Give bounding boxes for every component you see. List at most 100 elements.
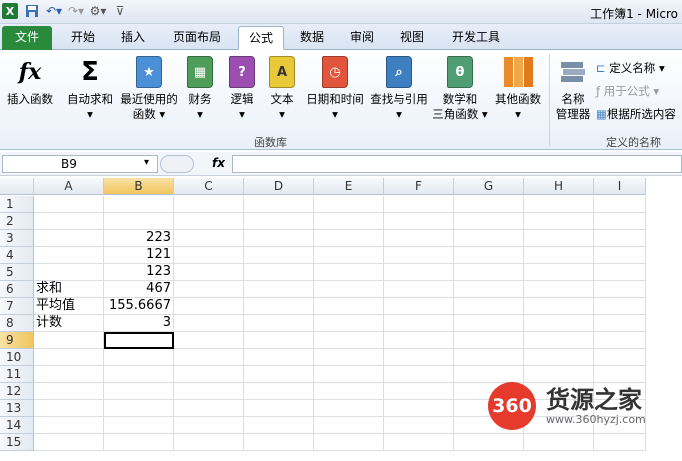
cell-f12[interactable]: [384, 383, 454, 400]
column-header-f[interactable]: F: [384, 178, 454, 195]
cell-e6[interactable]: [314, 281, 384, 298]
cell-h15[interactable]: [524, 434, 594, 451]
cell-i15[interactable]: [594, 434, 646, 451]
row-header-9[interactable]: 9: [0, 332, 34, 349]
cell-g2[interactable]: [454, 213, 524, 230]
cell-h4[interactable]: [524, 247, 594, 264]
cell-g6[interactable]: [454, 281, 524, 298]
cell-c1[interactable]: [174, 196, 244, 213]
cell-c3[interactable]: [174, 230, 244, 247]
cell-i4[interactable]: [594, 247, 646, 264]
tab-file[interactable]: 文件: [2, 26, 52, 50]
cell-i3[interactable]: [594, 230, 646, 247]
cell-a15[interactable]: [34, 434, 104, 451]
cell-f8[interactable]: [384, 315, 454, 332]
cell-h9[interactable]: [524, 332, 594, 349]
cell-i9[interactable]: [594, 332, 646, 349]
tab-developer[interactable]: 开发工具: [446, 26, 506, 50]
cell-c7[interactable]: [174, 298, 244, 315]
cell-b15[interactable]: [104, 434, 174, 451]
logical-button[interactable]: ? 逻辑 ▾: [224, 56, 260, 122]
cell-a3[interactable]: [34, 230, 104, 247]
cell-b13[interactable]: [104, 400, 174, 417]
cell-i6[interactable]: [594, 281, 646, 298]
row-header-12[interactable]: 12: [0, 383, 34, 400]
column-header-a[interactable]: A: [34, 178, 104, 195]
cell-i2[interactable]: [594, 213, 646, 230]
row-header-6[interactable]: 6: [0, 281, 34, 298]
cell-a11[interactable]: [34, 366, 104, 383]
cell-d10[interactable]: [244, 349, 314, 366]
cell-b9[interactable]: [104, 332, 174, 349]
cell-f10[interactable]: [384, 349, 454, 366]
create-from-selection-button[interactable]: ▦根据所选内容: [596, 106, 676, 122]
cell-c14[interactable]: [174, 417, 244, 434]
cell-c13[interactable]: [174, 400, 244, 417]
cell-d12[interactable]: [244, 383, 314, 400]
cell-c11[interactable]: [174, 366, 244, 383]
cell-d3[interactable]: [244, 230, 314, 247]
cell-c12[interactable]: [174, 383, 244, 400]
cell-d8[interactable]: [244, 315, 314, 332]
cell-f6[interactable]: [384, 281, 454, 298]
cell-g15[interactable]: [454, 434, 524, 451]
fx-icon[interactable]: fx: [212, 156, 225, 170]
cell-a13[interactable]: [34, 400, 104, 417]
recently-used-button[interactable]: ★ 最近使用的 函数 ▾: [116, 56, 182, 122]
cell-c2[interactable]: [174, 213, 244, 230]
cell-h3[interactable]: [524, 230, 594, 247]
row-header-3[interactable]: 3: [0, 230, 34, 247]
excel-logo-icon[interactable]: X: [2, 3, 18, 19]
cell-d13[interactable]: [244, 400, 314, 417]
cell-d7[interactable]: [244, 298, 314, 315]
cell-e14[interactable]: [314, 417, 384, 434]
cell-e3[interactable]: [314, 230, 384, 247]
cell-e15[interactable]: [314, 434, 384, 451]
column-header-b[interactable]: B: [104, 178, 174, 195]
cell-g10[interactable]: [454, 349, 524, 366]
cell-h1[interactable]: [524, 196, 594, 213]
cell-g7[interactable]: [454, 298, 524, 315]
cell-a1[interactable]: [34, 196, 104, 213]
cell-i7[interactable]: [594, 298, 646, 315]
cell-c4[interactable]: [174, 247, 244, 264]
cell-d14[interactable]: [244, 417, 314, 434]
cell-e12[interactable]: [314, 383, 384, 400]
cell-d4[interactable]: [244, 247, 314, 264]
cell-c9[interactable]: [174, 332, 244, 349]
cell-b4[interactable]: 121: [104, 247, 174, 264]
cell-g4[interactable]: [454, 247, 524, 264]
redo-icon[interactable]: ↷▾: [68, 3, 84, 19]
row-header-10[interactable]: 10: [0, 349, 34, 366]
row-header-8[interactable]: 8: [0, 315, 34, 332]
cell-d9[interactable]: [244, 332, 314, 349]
qat-menu-icon[interactable]: ⊽: [112, 3, 128, 19]
tab-insert[interactable]: 插入: [110, 26, 156, 50]
tab-review[interactable]: 审阅: [342, 26, 382, 50]
cell-d1[interactable]: [244, 196, 314, 213]
cell-g5[interactable]: [454, 264, 524, 281]
cell-i10[interactable]: [594, 349, 646, 366]
tab-home[interactable]: 开始: [58, 26, 108, 50]
cell-g1[interactable]: [454, 196, 524, 213]
cell-f3[interactable]: [384, 230, 454, 247]
row-header-15[interactable]: 15: [0, 434, 34, 451]
cell-e10[interactable]: [314, 349, 384, 366]
row-header-4[interactable]: 4: [0, 247, 34, 264]
select-all-corner[interactable]: [0, 178, 34, 195]
cell-e1[interactable]: [314, 196, 384, 213]
cell-f15[interactable]: [384, 434, 454, 451]
cell-i8[interactable]: [594, 315, 646, 332]
cell-d15[interactable]: [244, 434, 314, 451]
more-functions-button[interactable]: 其他函数 ▾: [490, 56, 546, 122]
cell-a12[interactable]: [34, 383, 104, 400]
cell-d6[interactable]: [244, 281, 314, 298]
cell-a6[interactable]: 求和: [34, 281, 104, 298]
define-name-button[interactable]: ⊏ 定义名称 ▾: [596, 60, 665, 76]
cell-g8[interactable]: [454, 315, 524, 332]
cell-f7[interactable]: [384, 298, 454, 315]
save-icon[interactable]: [24, 3, 40, 19]
cell-h7[interactable]: [524, 298, 594, 315]
cell-a5[interactable]: [34, 264, 104, 281]
cell-a7[interactable]: 平均值: [34, 298, 104, 315]
